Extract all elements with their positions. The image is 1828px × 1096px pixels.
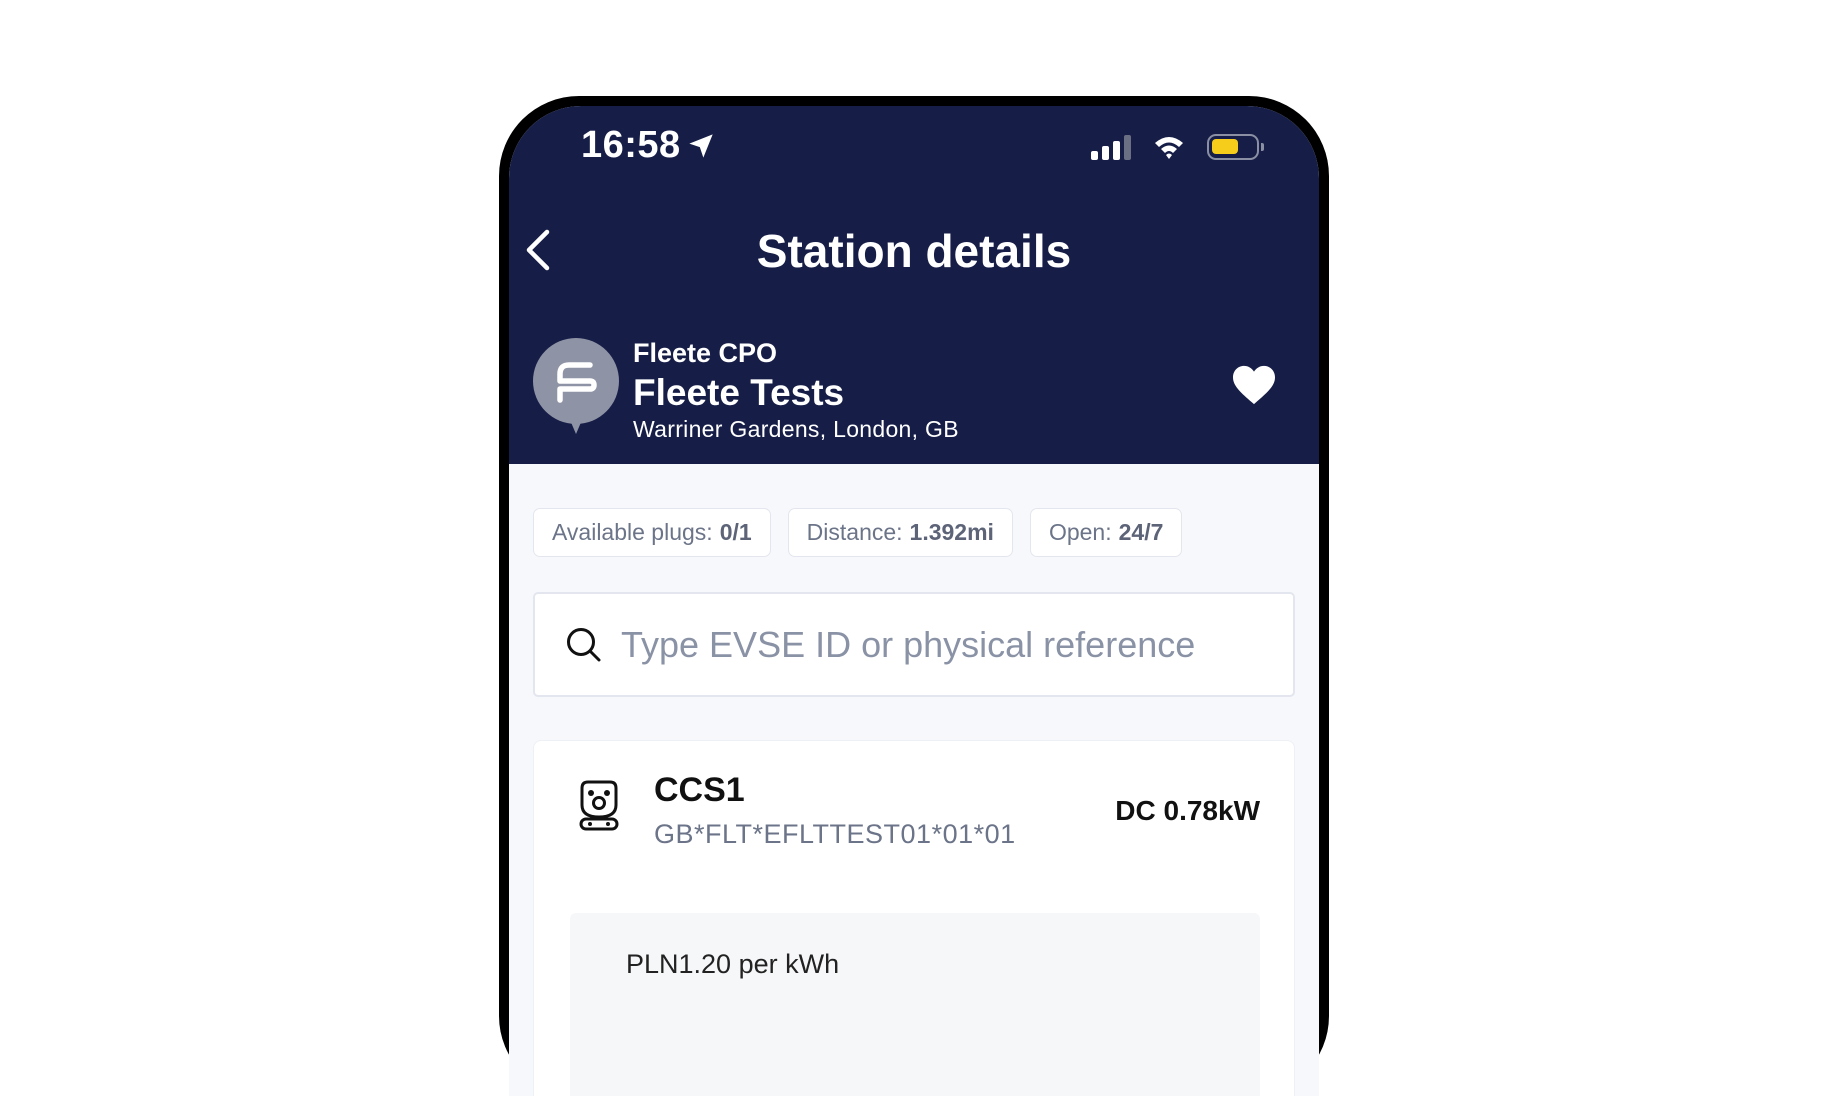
page-title: Station details — [756, 225, 1072, 277]
connector-card[interactable]: CCS1 GB*FLT*EFLTTEST01*01*01 DC 0.78kW P… — [533, 740, 1295, 1096]
distance-chip: Distance: 1.392mi — [787, 508, 1013, 557]
opening-hours-value: 24/7 — [1118, 519, 1164, 545]
header: 16:58 Station details Fleete CPO Fleete … — [509, 106, 1319, 464]
station-name: Fleete Tests — [633, 372, 845, 413]
status-time: 16:58 — [581, 124, 715, 167]
evse-id: GB*FLT*EFLTTEST01*01*01 — [654, 819, 1016, 849]
heart-icon — [1233, 365, 1275, 405]
evse-search-box[interactable] — [533, 592, 1295, 697]
distance-value: 1.392mi — [909, 519, 994, 545]
opening-hours-label: Open: — [1048, 519, 1112, 545]
status-icons — [1091, 134, 1264, 160]
station-info-chips: Available plugs: 0/1 Distance: 1.392mi O… — [533, 508, 1183, 557]
location-arrow-icon — [689, 133, 713, 158]
evse-search-input[interactable] — [619, 622, 1263, 667]
ccs-plug-icon — [576, 779, 622, 836]
app-screen: 16:58 Station details Fleete CPO Fleete … — [509, 106, 1319, 1096]
status-time-text: 16:58 — [581, 124, 681, 166]
available-plugs-label: Available plugs: — [552, 519, 713, 545]
tariff-price: PLN1.20 per kWh — [626, 949, 840, 979]
wifi-icon — [1155, 137, 1183, 159]
operator-name: Fleete CPO — [633, 338, 778, 368]
phone-frame: 16:58 Station details Fleete CPO Fleete … — [499, 96, 1329, 1096]
available-plugs-chip: Available plugs: 0/1 — [533, 508, 771, 557]
tariff-box: PLN1.20 per kWh — [570, 913, 1260, 1096]
favorite-button[interactable] — [1231, 364, 1277, 411]
distance-label: Distance: — [806, 519, 903, 545]
station-logo-icon — [533, 338, 619, 443]
cellular-signal-icon — [1091, 134, 1131, 160]
battery-icon — [1207, 134, 1264, 160]
connector-type: CCS1 — [654, 771, 745, 809]
search-icon — [565, 626, 603, 664]
connector-power: DC 0.78kW — [1115, 795, 1260, 826]
opening-hours-chip: Open: 24/7 — [1029, 508, 1183, 557]
available-plugs-value: 0/1 — [719, 519, 752, 545]
station-address: Warriner Gardens, London, GB — [633, 416, 959, 442]
